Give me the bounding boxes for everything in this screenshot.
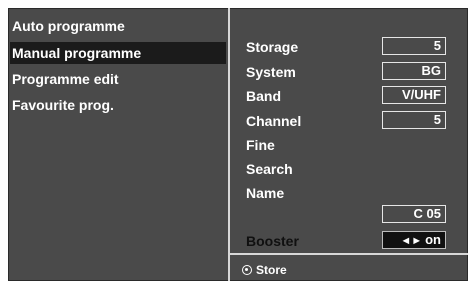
- band-value[interactable]: V/UHF: [382, 86, 446, 104]
- name-value[interactable]: C 05: [382, 205, 446, 223]
- storage-label: Storage: [246, 39, 299, 55]
- booster-value[interactable]: ◄► on: [382, 231, 446, 249]
- store-button[interactable]: Store: [242, 262, 287, 278]
- menu-item-favourite-prog[interactable]: Favourite prog.: [10, 94, 226, 116]
- name-label: Name: [246, 185, 285, 201]
- search-label[interactable]: Search: [246, 160, 293, 178]
- column-divider: [228, 8, 230, 281]
- left-right-arrows-icon: ◄►: [400, 235, 423, 247]
- booster-label: Booster: [246, 233, 299, 249]
- system-value[interactable]: BG: [382, 62, 446, 80]
- ok-circle-icon: [242, 265, 252, 275]
- osd-screen: Auto programme Manual programme Programm…: [0, 0, 474, 285]
- menu-item-programme-edit[interactable]: Programme edit: [10, 68, 226, 90]
- channel-label: Channel: [246, 113, 302, 129]
- menu-item-manual-programme[interactable]: Manual programme: [10, 42, 226, 64]
- footer-divider: [230, 253, 468, 255]
- fine-label[interactable]: Fine: [246, 136, 275, 154]
- channel-value[interactable]: 5: [382, 111, 446, 129]
- system-label: System: [246, 64, 296, 80]
- band-label: Band: [246, 88, 281, 104]
- storage-value[interactable]: 5: [382, 37, 446, 55]
- booster-value-text: on: [425, 232, 441, 247]
- menu-item-auto-programme[interactable]: Auto programme: [10, 15, 226, 37]
- store-label: Store: [256, 263, 287, 277]
